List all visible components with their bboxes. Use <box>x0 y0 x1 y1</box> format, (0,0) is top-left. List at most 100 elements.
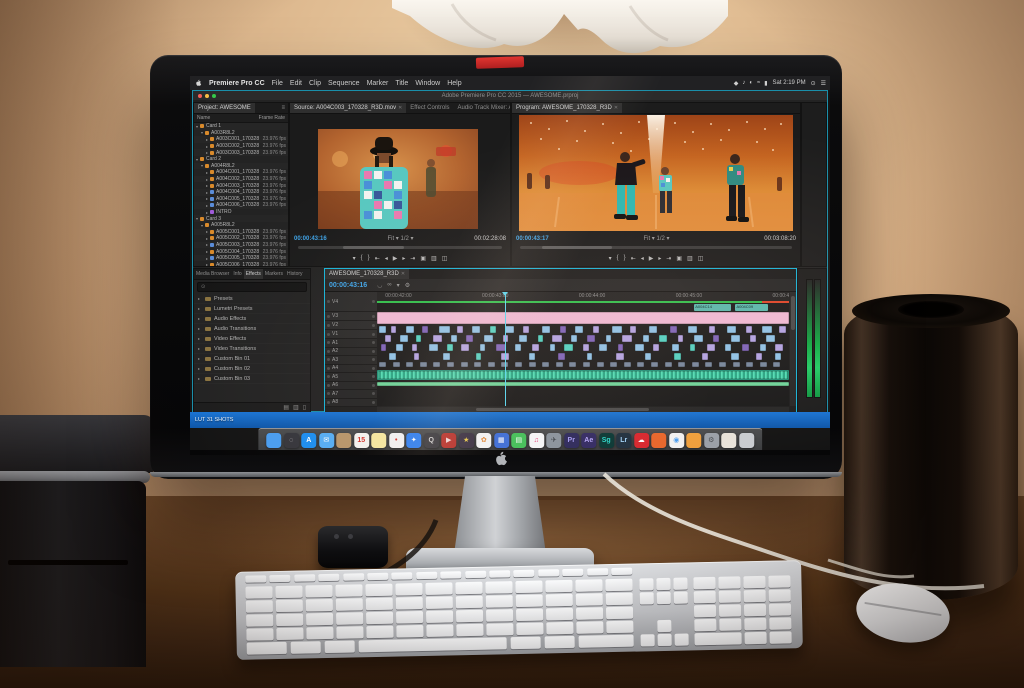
timeline-clip-small[interactable] <box>773 362 780 367</box>
minimize-window-button[interactable] <box>205 94 209 98</box>
disclosure-triangle-icon[interactable]: ▸ <box>198 336 202 341</box>
timeline-clip-small[interactable] <box>474 362 481 367</box>
timeline-clip-small[interactable] <box>665 362 672 367</box>
timeline-clip[interactable] <box>622 335 632 342</box>
project-row-a005c004-170328[interactable]: ▸A005C004_17032823.976 fps <box>194 248 288 255</box>
disclosure-triangle-icon[interactable]: ▸ <box>198 316 202 321</box>
timeline-clip-small[interactable] <box>529 362 536 367</box>
timeline-clip[interactable] <box>612 326 622 333</box>
dock-icon-utilities[interactable]: ✈ <box>546 433 561 448</box>
go-to-out-icon[interactable]: ⇥ <box>666 255 671 262</box>
effects-folder-audio-transitions[interactable]: ▸Audio Transitions <box>194 324 310 334</box>
effects-folder-video-effects[interactable]: ▸Video Effects <box>194 334 310 344</box>
track-header-a2[interactable]: A2 <box>325 348 377 357</box>
timeline-clip[interactable] <box>542 326 550 333</box>
effects-folder-custom-bin-02[interactable]: ▸Custom Bin 02 <box>194 364 310 374</box>
apple-menu-icon[interactable] <box>194 79 202 88</box>
close-tab-icon[interactable]: ✕ <box>614 105 618 111</box>
project-row-card-3[interactable]: ▾Card 3 <box>194 215 288 222</box>
timeline-clip[interactable] <box>779 326 786 333</box>
track-mute-icon[interactable] <box>327 375 330 378</box>
dock-icon-vlc[interactable] <box>686 433 701 448</box>
track-lock-icon[interactable] <box>327 315 330 318</box>
timeline-clip[interactable] <box>659 335 667 342</box>
zoom-window-button[interactable] <box>212 94 216 98</box>
timeline-clip-small[interactable] <box>569 362 576 367</box>
track-header-v4[interactable]: V4 <box>325 292 377 312</box>
close-tab-icon[interactable]: ✕ <box>401 271 405 277</box>
project-row-card-1[interactable]: ▾Card 1 <box>194 123 288 130</box>
timeline-clip[interactable] <box>678 335 683 342</box>
program-resolution-dropdown[interactable]: 1/2 <box>657 236 665 242</box>
timeline-clip[interactable] <box>466 335 473 342</box>
play-icon[interactable]: ▶ <box>393 255 398 262</box>
track-header-a8[interactable]: A8 <box>325 399 377 408</box>
project-row-a003c003-170328[interactable]: ▸A003C003_17032823.976 fps <box>194 149 288 156</box>
dock-icon-creative-cloud[interactable]: ☁ <box>634 433 649 448</box>
step-forward-icon[interactable]: ▸ <box>402 255 405 262</box>
disclosure-triangle-icon[interactable]: ▸ <box>198 296 202 301</box>
mark-out-icon[interactable]: } <box>368 255 370 261</box>
timeline-clip[interactable] <box>457 326 463 333</box>
tab-info[interactable]: Info <box>231 269 243 279</box>
timeline-clip[interactable] <box>523 326 529 333</box>
dock-icon-photos[interactable]: ✿ <box>476 433 491 448</box>
effects-folder-lumetri-presets[interactable]: ▸Lumetri Presets <box>194 304 310 314</box>
menu-item-sequence[interactable]: Sequence <box>328 80 360 87</box>
timeline-clip[interactable] <box>571 335 577 342</box>
export-frame-icon[interactable]: ◫ <box>698 255 704 262</box>
timeline-clip[interactable] <box>746 326 753 333</box>
timeline-clip[interactable] <box>587 335 595 342</box>
dock-icon-trash[interactable] <box>739 433 754 448</box>
timeline-clip[interactable] <box>630 326 636 333</box>
timeline-clip[interactable] <box>529 353 535 360</box>
timeline-clip[interactable] <box>672 344 679 351</box>
timeline-clip-small[interactable] <box>488 362 495 367</box>
menu-item-window[interactable]: Window <box>415 80 440 87</box>
step-forward-icon[interactable]: ▸ <box>658 255 661 262</box>
timeline-clip[interactable] <box>560 326 565 333</box>
timeline-clip-small[interactable] <box>542 362 549 367</box>
timeline-clip-small[interactable] <box>597 362 604 367</box>
project-row-a004c004-170328[interactable]: ▸A004C004_17032823.976 fps <box>194 189 288 196</box>
timeline-clip[interactable] <box>618 344 623 351</box>
track-solo-icon[interactable] <box>372 341 375 344</box>
timeline-clip[interactable] <box>379 326 386 333</box>
dock-icon-system-preferences[interactable]: ⚙ <box>704 433 719 448</box>
timeline-clips-area[interactable]: 00:00:42:0000:00:43:0000:00:44:0000:00:4… <box>377 292 789 406</box>
close-window-button[interactable] <box>198 94 202 98</box>
project-row-a005c003-170328[interactable]: ▸A005C003_17032823.976 fps <box>194 242 288 249</box>
timeline-clip[interactable] <box>606 335 611 342</box>
go-to-in-icon[interactable]: ⇤ <box>375 255 380 262</box>
tab-sequence[interactable]: AWESOME_170328_R3D✕ <box>325 269 409 279</box>
timeline-clip[interactable] <box>762 326 771 333</box>
dock-icon-quicktime[interactable]: Q <box>424 433 439 448</box>
timeline-clip-small[interactable] <box>610 362 617 367</box>
timeline-clip[interactable] <box>583 344 589 351</box>
timeline-clip[interactable] <box>550 344 555 351</box>
overwrite-icon[interactable]: ▥ <box>431 255 437 262</box>
dock-icon-keynote[interactable]: ▦ <box>494 433 509 448</box>
timeline-clip-small[interactable] <box>678 362 685 367</box>
timeline-clip[interactable] <box>439 326 450 333</box>
track-solo-icon[interactable] <box>372 358 375 361</box>
effects-folder-presets[interactable]: ▸Presets <box>194 294 310 304</box>
time-machine-icon[interactable]: ◐ <box>749 80 753 87</box>
track-header-a7[interactable]: A7 <box>325 390 377 399</box>
timeline-clip[interactable] <box>414 353 419 360</box>
disclosure-triangle-icon[interactable]: ▸ <box>198 326 202 331</box>
timeline-clip[interactable] <box>519 335 527 342</box>
track-header-v3[interactable]: V3 <box>325 312 377 321</box>
timeline-clip[interactable] <box>756 353 762 360</box>
menu-item-title[interactable]: Title <box>395 80 408 87</box>
dock-icon-after-effects[interactable]: Ae <box>581 433 596 448</box>
timeline-vertical-scrollbar[interactable] <box>790 292 796 406</box>
tab-effects[interactable]: Effects <box>244 269 263 279</box>
timeline-clip[interactable] <box>653 344 659 351</box>
step-back-icon[interactable]: ◂ <box>641 255 644 262</box>
effects-search-input[interactable]: ⊙ <box>197 282 307 292</box>
menu-item-marker[interactable]: Marker <box>367 80 389 87</box>
dock-icon-safari[interactable]: ✦ <box>406 433 421 448</box>
column-name[interactable]: Name <box>197 115 210 121</box>
mark-out-icon[interactable]: } <box>624 255 626 261</box>
